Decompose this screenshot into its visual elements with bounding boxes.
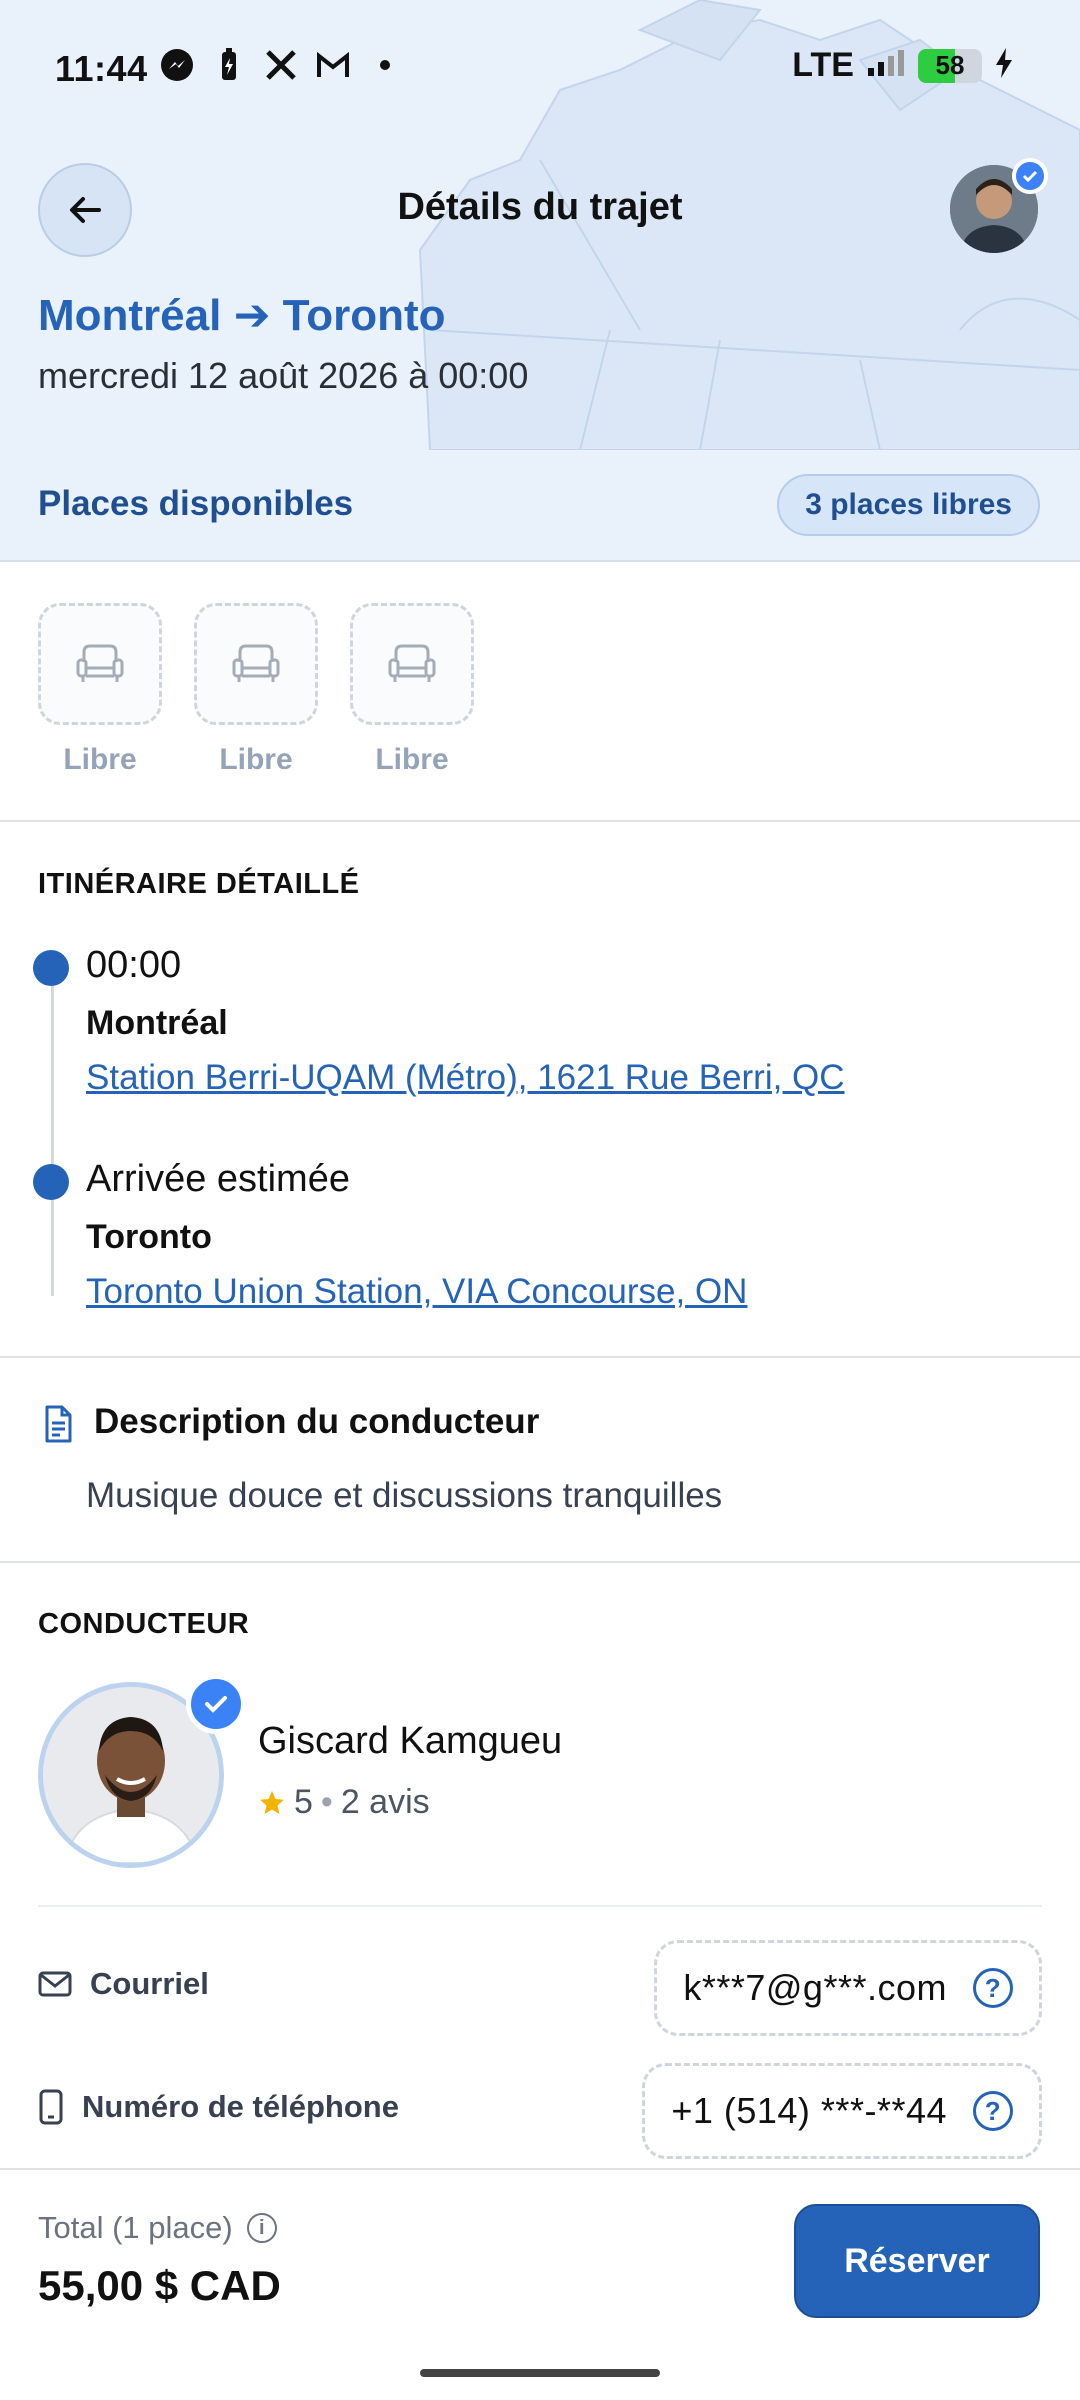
rating-separator: •	[320, 1783, 333, 1821]
trip-header: 11:44 LTE 58 Détails du trajet Montréal …	[0, 0, 1080, 450]
seat-list: Libre Libre Libre	[38, 603, 474, 777]
total-label-group: Total (1 place) i	[38, 2210, 277, 2246]
arrival-dot	[33, 1164, 69, 1200]
verified-badge-icon	[1012, 158, 1048, 194]
description-title: Description du conducteur	[94, 1402, 540, 1441]
divider	[0, 820, 1080, 822]
home-indicator[interactable]	[420, 2369, 660, 2377]
status-time: 11:44	[55, 48, 148, 89]
driver-verified-icon	[186, 1674, 246, 1734]
driver-heading: CONDUCTEUR	[38, 1608, 250, 1640]
arrival-address-link[interactable]: Toronto Union Station, VIA Concourse, ON	[86, 1272, 747, 1312]
available-seats-badge: 3 places libres	[777, 474, 1040, 536]
seat-label: Libre	[219, 743, 293, 776]
gmail-icon	[314, 46, 352, 84]
email-value: k***7@g***.com	[683, 1967, 947, 2008]
seat-icon	[232, 644, 280, 682]
seat-icon	[388, 644, 436, 682]
email-label-group: Courriel	[38, 1966, 209, 2002]
email-value-box: k***7@g***.com ?	[654, 1940, 1042, 2036]
divider	[38, 1905, 1042, 1907]
document-icon	[45, 1405, 72, 1443]
phone-label-group: Numéro de téléphone	[38, 2089, 399, 2125]
messenger-icon	[158, 46, 196, 84]
email-row: Courriel k***7@g***.com ?	[38, 1940, 1042, 2036]
arrival-city: Toronto	[86, 1218, 212, 1256]
divider	[0, 1561, 1080, 1563]
x-icon	[262, 46, 300, 84]
driver-rating: 5 • 2 avis	[258, 1783, 430, 1822]
trip-date: mercredi 12 août 2026 à 00:00	[38, 355, 529, 396]
timeline-line	[51, 968, 54, 1296]
battery-level: 58	[935, 50, 965, 80]
seats-header: Places disponibles 3 places libres	[0, 450, 1080, 562]
seat-box[interactable]	[38, 603, 162, 725]
email-label: Courriel	[90, 1966, 209, 2001]
system-status: LTE 58	[792, 46, 1014, 85]
description-text: Musique douce et discussions tranquilles	[86, 1476, 723, 1515]
seat-item[interactable]: Libre	[38, 603, 162, 777]
help-icon[interactable]: ?	[973, 1968, 1013, 2008]
help-icon[interactable]: ?	[973, 2091, 1013, 2131]
total-label: Total (1 place)	[38, 2210, 233, 2245]
phone-value: +1 (514) ***-**44	[671, 2090, 947, 2131]
phone-label: Numéro de téléphone	[82, 2089, 399, 2124]
battery-indicator: 58	[918, 48, 982, 83]
departure-time: 00:00	[86, 944, 182, 986]
phone-value-box: +1 (514) ***-**44 ?	[642, 2063, 1042, 2159]
info-icon[interactable]: i	[246, 2213, 277, 2243]
total-price: 55,00 $ CAD	[38, 2262, 281, 2309]
seat-label: Libre	[63, 743, 137, 776]
mail-icon	[38, 1971, 72, 1997]
driver-name: Giscard Kamgueu	[258, 1720, 563, 1762]
signal-icon	[866, 48, 906, 83]
notification-icons	[158, 46, 404, 84]
departure-city: Montréal	[86, 1004, 228, 1042]
rating-value: 5	[294, 1783, 313, 1821]
seat-item[interactable]: Libre	[350, 603, 474, 777]
network-type: LTE	[792, 46, 854, 84]
seat-item[interactable]: Libre	[194, 603, 318, 777]
departure-dot	[33, 950, 69, 986]
charging-icon	[994, 48, 1014, 83]
phone-row: Numéro de téléphone +1 (514) ***-**44 ?	[38, 2063, 1042, 2159]
trip-route: Montréal ➔ Toronto	[38, 291, 446, 340]
status-bar: 11:44 LTE 58	[0, 0, 1080, 130]
arrival-time: Arrivée estimée	[86, 1158, 350, 1200]
booking-footer: Total (1 place) i 55,00 $ CAD Réserver	[0, 2168, 1080, 2400]
star-icon	[260, 1790, 284, 1814]
seat-box[interactable]	[350, 603, 474, 725]
itinerary-heading: ITINÉRAIRE DÉTAILLÉ	[38, 868, 360, 900]
departure-address-link[interactable]: Station Berri-UQAM (Métro), 1621 Rue Ber…	[86, 1058, 845, 1098]
seat-icon	[76, 644, 124, 682]
more-notifications-icon	[366, 46, 404, 84]
seats-title: Places disponibles	[38, 484, 354, 523]
review-count[interactable]: 2 avis	[341, 1783, 430, 1822]
divider	[0, 1356, 1080, 1358]
reserve-button[interactable]: Réserver	[794, 2204, 1040, 2318]
seat-box[interactable]	[194, 603, 318, 725]
page-title: Détails du trajet	[397, 186, 683, 228]
seat-label: Libre	[375, 743, 449, 776]
battery-saver-icon	[210, 46, 248, 84]
phone-icon	[39, 2089, 63, 2125]
